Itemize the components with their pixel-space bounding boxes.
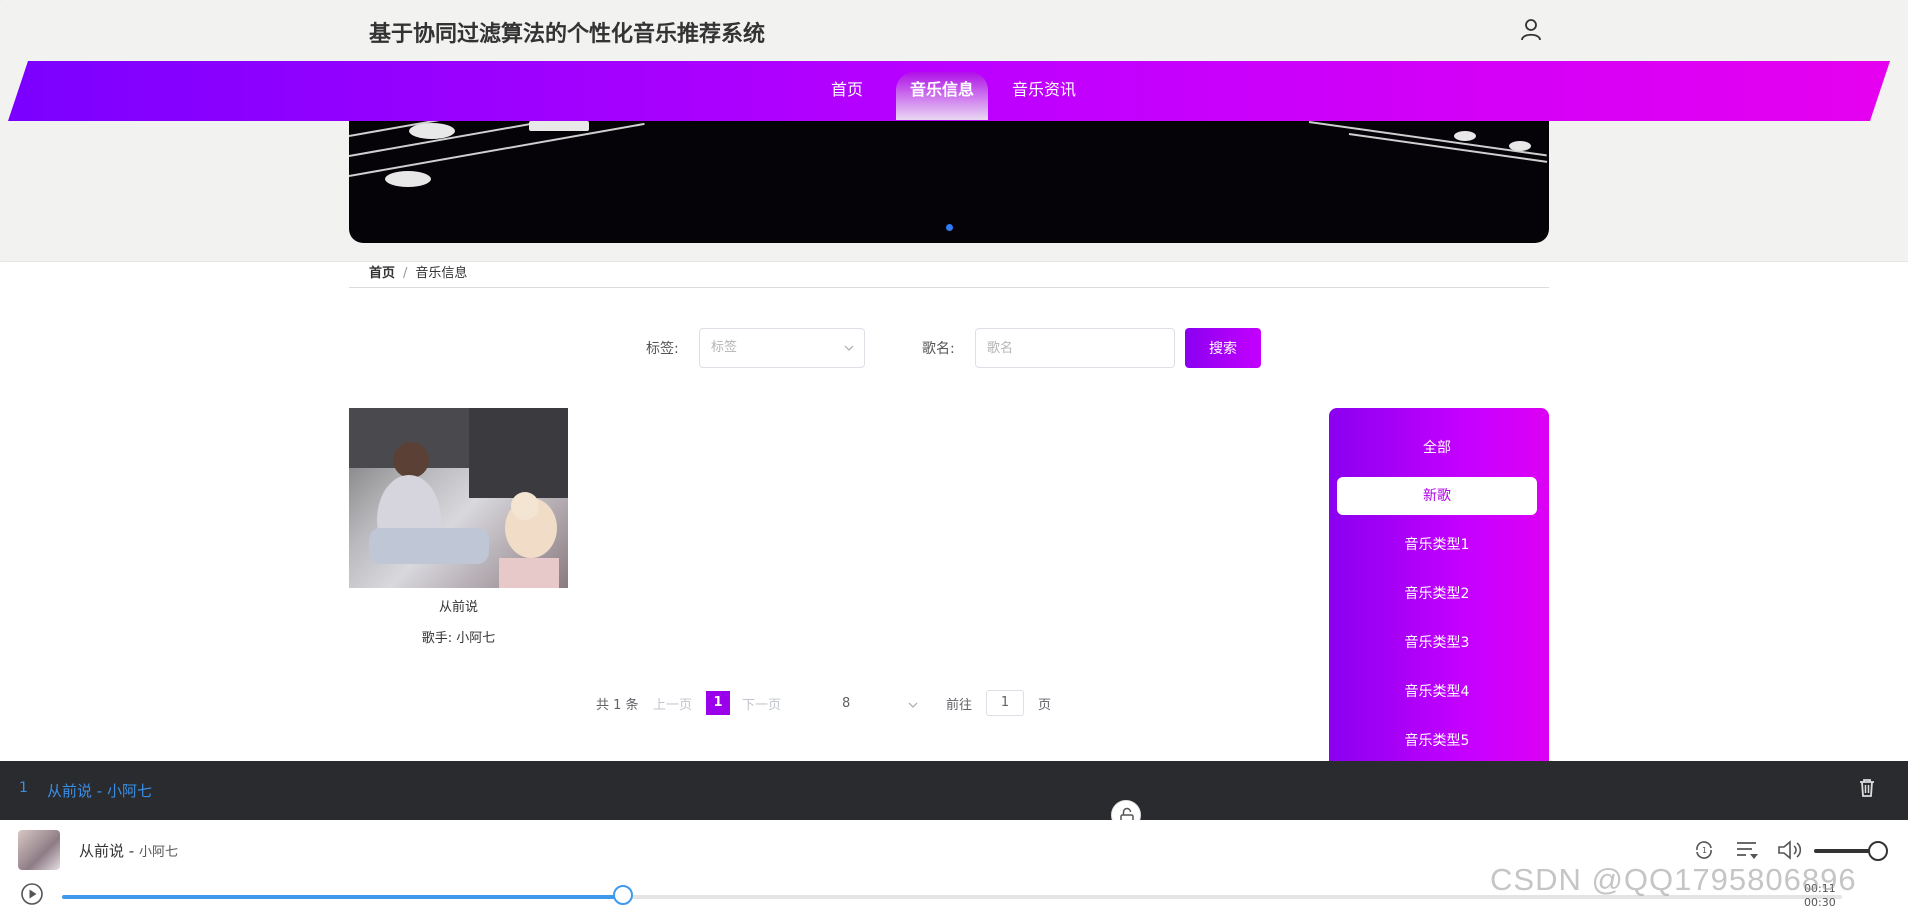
nav-item-music-info[interactable]: 音乐信息 (896, 72, 988, 120)
banner-carousel[interactable] (349, 121, 1549, 243)
tag-label: 标签: (646, 341, 679, 357)
search-button[interactable]: 搜索 (1185, 328, 1261, 368)
music-note-icon (1509, 141, 1531, 151)
site-title: 基于协同过滤算法的个性化音乐推荐系统 (369, 22, 766, 47)
music-note-icon (385, 171, 431, 187)
now-playing-title: 从前说 - 小阿七 (79, 840, 178, 861)
song-artist: 歌手: 小阿七 (421, 631, 496, 646)
volume-slider-handle[interactable] (1868, 841, 1888, 861)
song-name-label: 歌名: (922, 341, 955, 357)
category-type-4[interactable]: 音乐类型4 (1337, 673, 1537, 711)
watermark: CSDN @QQ1795806896 (1490, 862, 1857, 897)
breadcrumb: 首页 / 音乐信息 (369, 262, 467, 281)
category-panel: 全部 新歌 音乐类型1 音乐类型2 音乐类型3 音乐类型4 音乐类型5 (1329, 408, 1549, 762)
play-icon[interactable] (20, 882, 44, 906)
music-note-icon (529, 121, 589, 131)
playlist-item-title[interactable]: 从前说 - 小阿七 (47, 780, 152, 801)
now-playing-artist: 小阿七 (138, 845, 178, 860)
song-cover-image[interactable] (349, 408, 568, 588)
music-note-icon (1454, 131, 1476, 141)
page-suffix: 页 (1038, 698, 1052, 713)
category-type-2[interactable]: 音乐类型2 (1337, 575, 1537, 613)
volume-icon[interactable] (1776, 838, 1804, 862)
pagination-prev[interactable]: 上一页 (653, 694, 692, 713)
chevron-down-icon (908, 702, 918, 708)
breadcrumb-separator: / (403, 266, 408, 281)
user-icon[interactable] (1518, 16, 1544, 42)
carousel-indicator[interactable] (946, 224, 953, 231)
pagination-total: 共 1 条 (596, 698, 639, 713)
category-all[interactable]: 全部 (1337, 429, 1537, 467)
song-name-input[interactable] (975, 328, 1175, 368)
page-size-value: 8 (842, 696, 851, 711)
category-type-3[interactable]: 音乐类型3 (1337, 624, 1537, 662)
now-playing-cover (18, 830, 60, 870)
category-type-5[interactable]: 音乐类型5 (1337, 722, 1537, 760)
playlist-panel: 1 从前说 - 小阿七 (0, 761, 1908, 820)
divider (349, 287, 1549, 288)
loop-mode-icon[interactable]: 1 (1692, 838, 1716, 862)
progress-handle[interactable] (612, 885, 633, 905)
tag-select[interactable]: 标签 (699, 328, 865, 368)
chevron-down-icon (844, 345, 854, 351)
progress-fill (62, 895, 623, 899)
nav-item-music-news[interactable]: 音乐资讯 (1000, 72, 1088, 120)
breadcrumb-current: 音乐信息 (415, 266, 468, 281)
trash-icon[interactable] (1855, 776, 1879, 800)
nav-item-home[interactable]: 首页 (812, 72, 882, 120)
page-size-select[interactable]: 8 (822, 690, 922, 718)
playlist-icon[interactable] (1734, 838, 1760, 862)
category-type-1[interactable]: 音乐类型1 (1337, 526, 1537, 564)
category-new-songs[interactable]: 新歌 (1337, 477, 1537, 515)
song-title[interactable]: 从前说 (349, 596, 568, 615)
goto-page-input[interactable]: 1 (986, 690, 1024, 716)
goto-label: 前往 (946, 698, 973, 713)
tag-select-placeholder: 标签 (711, 340, 738, 355)
breadcrumb-home[interactable]: 首页 (369, 266, 395, 281)
svg-text:1: 1 (1702, 846, 1707, 855)
playlist-item-index: 1 (19, 780, 28, 796)
pagination-next[interactable]: 下一页 (742, 694, 781, 713)
now-playing-song: 从前说 - (79, 842, 139, 860)
music-note-icon (409, 123, 455, 139)
pagination-current-page[interactable]: 1 (706, 691, 730, 715)
